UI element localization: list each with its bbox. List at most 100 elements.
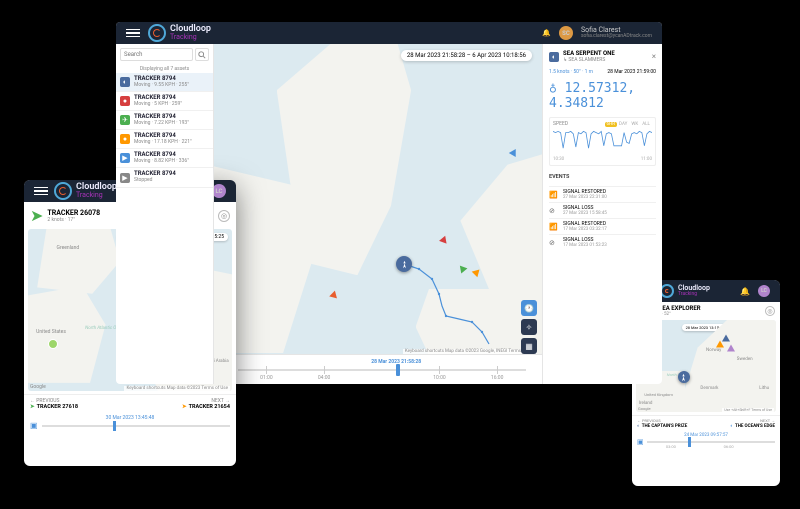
logo: CloudloopTracking (54, 182, 117, 200)
event-time: 17 Mar 2023 01:53:23 (563, 243, 607, 248)
event-time: 27 Mar 2023 22:31:00 (563, 195, 607, 200)
range-button[interactable]: WK (629, 122, 640, 127)
mini-timeline[interactable]: 30 Mar 2023 13:45:48 ▣ (24, 413, 236, 432)
header-right: 🔔 SC Sofia Clarest sofia.clarest@ycanADt… (542, 26, 652, 40)
map-attrib: Use +Alt+Shift+F Terms of Use (722, 408, 774, 412)
detail-time: 28 Mar 2023 21:59:00 (607, 69, 656, 75)
signal-icon: ⊘ (549, 239, 559, 247)
asset-status: Moving · 7.22 KPH · 193° (134, 121, 189, 127)
asset-row[interactable]: ● TRACKER 8794 Moving · 5 KPH · 259° (116, 92, 213, 111)
map-tools: 🕐 ✧ ▦ (521, 300, 537, 354)
asset-row[interactable]: ✈ TRACKER 8794 Moving · 7.22 KPH · 193° (116, 111, 213, 130)
speed-chart: SPEED 6HRDAYWKALL 10:30 11:00 (549, 117, 656, 166)
nav-row: ← PREVIOUS ◐THE CAPTAIN'S PRIZE NEXT → ◐… (632, 415, 780, 431)
asset-name: TRACKER 26078 (47, 209, 100, 217)
tool-clock-button[interactable]: 🕐 (521, 300, 537, 316)
vessel-marker[interactable] (396, 256, 412, 272)
user-email: sofia.clarest@ycanADtrack.com (581, 34, 652, 39)
asset-marker[interactable] (460, 264, 468, 273)
asset-status: Moving · 17.18 KPH · 221° (134, 140, 192, 146)
desktop-window: CloudloopTracking 🔔 SC Sofia Clarest sof… (116, 22, 662, 384)
timeline-now-handle[interactable] (396, 364, 400, 376)
signal-icon: 📶 (549, 191, 559, 199)
chart-title: SPEED (553, 121, 568, 127)
asset-icon: ● (120, 134, 130, 144)
avatar[interactable]: SC (559, 26, 573, 40)
now-handle[interactable] (688, 437, 691, 447)
avatar[interactable]: LC (758, 285, 770, 297)
asset-count: Displaying all 7 assets (116, 65, 213, 73)
brand-sub: Tracking (170, 34, 211, 41)
prev-name[interactable]: ➤TRACKER 27618 (30, 404, 78, 410)
logo-icon (660, 284, 674, 298)
range-button[interactable]: 6HR (605, 122, 618, 127)
vessel-marker[interactable] (678, 371, 690, 383)
target-icon[interactable]: ◎ (765, 306, 775, 316)
event-time: 27 Mar 2023 15:58:45 (563, 211, 607, 216)
avatar[interactable]: LC (212, 184, 226, 198)
event-row: 📶 SIGNAL RESTORED 27 Mar 2023 22:31:00 (549, 186, 656, 202)
main-body: Displaying all 7 assets ◐ TRACKER 8794 M… (116, 44, 662, 384)
asset-marker[interactable] (727, 344, 735, 351)
range-button[interactable]: ALL (640, 122, 652, 127)
asset-icon: ✈ (120, 115, 130, 125)
next-name[interactable]: ◐THE OCEAN'S EDGE (730, 423, 775, 429)
search-input[interactable] (120, 48, 193, 61)
map-area[interactable]: Keyboard shortcuts Map data ©2023 Google… (214, 44, 662, 384)
asset-row[interactable]: ◐ TRACKER 8794 Moving · 9.55 KPH · 255° (116, 73, 213, 92)
bell-icon[interactable]: 🔔 (542, 29, 551, 37)
asset-icon: ▶ (120, 153, 130, 163)
timeline-track[interactable]: 01:00 04:00 10:00 16:00 28 Mar 2023 21:5… (238, 369, 526, 371)
signal-icon: 📶 (549, 223, 559, 231)
event-time: 17 Mar 2023 03:32:17 (563, 227, 607, 232)
detail-group: ↳ SEA SLAMMERS (563, 57, 615, 63)
range-button[interactable]: DAY (617, 122, 629, 127)
now-handle[interactable] (113, 421, 116, 431)
logo: CloudloopTracking (660, 284, 710, 298)
logo-icon (54, 182, 72, 200)
mini-timeline[interactable]: 24 Mar 2023 09:57:57 ▣ 03:00 06:00 (632, 431, 780, 448)
asset-status: Moving · 9.55 KPH · 255° (134, 83, 189, 89)
search-button[interactable] (195, 48, 209, 61)
event-row: ⊘ SIGNAL LOSS 27 Mar 2023 15:58:45 (549, 202, 656, 218)
next-name[interactable]: ➤TRACKER 21654 (182, 404, 230, 410)
nav-row: ← PREVIOUS ➤TRACKER 27618 NEXT → ➤TRACKE… (24, 394, 236, 413)
map-attrib: Keyboard shortcuts Map data ©2023 Terms … (124, 386, 230, 391)
play-icon[interactable]: ▣ (30, 421, 38, 430)
asset-row[interactable]: ▶ TRACKER 8794 Stopped (116, 168, 213, 187)
menu-icon[interactable] (34, 187, 48, 196)
tool-compass-button[interactable]: ✧ (521, 319, 537, 335)
asset-icon: ▶ (120, 173, 130, 183)
detail-panel: ◐ SEA SERPENT ONE ↳ SEA SLAMMERS × 1.5 k… (542, 44, 662, 384)
event-row: 📶 SIGNAL RESTORED 17 Mar 2023 03:32:17 (549, 218, 656, 234)
play-icon[interactable]: ▣ (637, 438, 644, 446)
sparkline (553, 129, 652, 153)
events-label: EVENTS (549, 174, 656, 180)
tool-layers-button[interactable]: ▦ (521, 338, 537, 354)
asset-icon: ◐ (120, 77, 130, 87)
asset-row[interactable]: ▶ TRACKER 8794 Moving · 8.82 KPH · 336° (116, 149, 213, 168)
date-range-pill[interactable]: 28 Mar 2023 21:58:28 – 6 Apr 2023 10:18:… (401, 50, 532, 61)
asset-sidebar: Displaying all 7 assets ◐ TRACKER 8794 M… (116, 44, 214, 384)
close-icon[interactable]: × (652, 52, 656, 61)
asset-sub: 2 knots · 17° (47, 217, 100, 223)
asset-icon: ● (120, 96, 130, 106)
logo-icon (148, 24, 166, 42)
detail-speed: 1.5 knots · 50° · 1 m (549, 69, 593, 75)
target-icon[interactable]: ◎ (218, 210, 230, 222)
asset-status: Stopped (134, 178, 176, 184)
signal-icon: ⊘ (549, 207, 559, 215)
menu-icon[interactable] (126, 29, 140, 38)
timeline[interactable]: ▣ 01:00 04:00 10:00 16:00 28 Mar 2023 21… (214, 354, 542, 384)
header: CloudloopTracking 🔔 SC Sofia Clarest sof… (116, 22, 662, 44)
event-row: ⊘ SIGNAL LOSS 17 Mar 2023 01:53:23 (549, 234, 656, 250)
asset-marker[interactable] (722, 335, 730, 342)
bell-icon[interactable]: 🔔 (740, 287, 750, 296)
prev-name[interactable]: ◐THE CAPTAIN'S PRIZE (637, 423, 687, 429)
boat-icon: ◐ (549, 52, 559, 62)
timeline-now-label: 28 Mar 2023 21:58:28 (371, 359, 421, 365)
plane-icon: ➤ (30, 206, 43, 225)
logo: CloudloopTracking (148, 24, 211, 42)
asset-row[interactable]: ● TRACKER 8794 Moving · 17.18 KPH · 221° (116, 130, 213, 149)
detail-title: SEA SERPENT ONE (563, 50, 615, 57)
